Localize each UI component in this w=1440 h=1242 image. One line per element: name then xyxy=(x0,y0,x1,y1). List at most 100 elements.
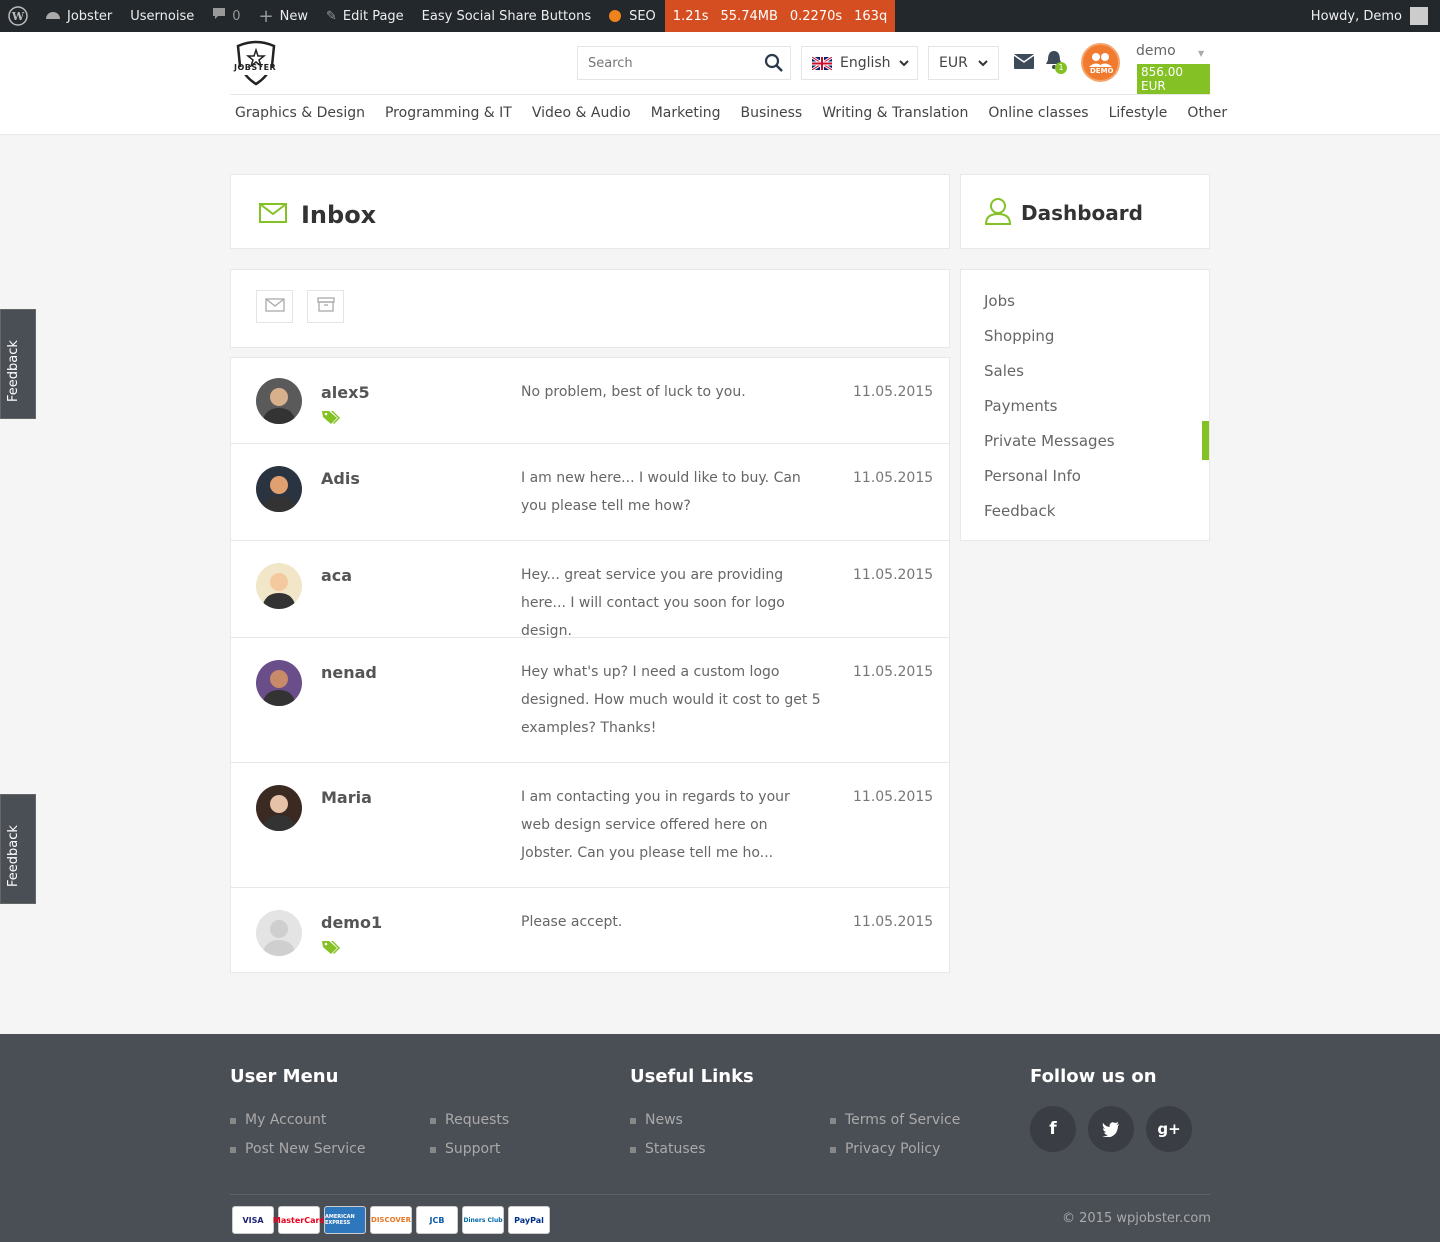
category-link[interactable]: Lifestyle xyxy=(1109,105,1168,121)
inbox-filter-button[interactable] xyxy=(256,290,293,323)
message-preview[interactable]: Please accept. xyxy=(521,908,821,936)
chevron-down-icon xyxy=(978,55,988,71)
message-preview[interactable]: I am contacting you in regards to your w… xyxy=(521,783,821,867)
footer-link-support[interactable]: Support xyxy=(430,1141,500,1157)
username[interactable]: demo xyxy=(1136,43,1176,59)
sender-name[interactable]: aca xyxy=(321,566,352,585)
site-name-link[interactable]: Jobster xyxy=(36,0,121,32)
my-account-link[interactable]: Howdy, Demo xyxy=(1302,0,1440,32)
comments-link[interactable]: 0 xyxy=(203,0,249,32)
user-outline-icon xyxy=(984,197,1012,229)
payment-card-icon: JCB xyxy=(416,1206,458,1234)
logo-text: JOBSTER xyxy=(234,63,277,72)
archive-filter-button[interactable] xyxy=(307,290,344,323)
sender-name[interactable]: demo1 xyxy=(321,913,382,932)
category-link[interactable]: Programming & IT xyxy=(385,105,512,121)
wordpress-logo-icon[interactable]: W xyxy=(0,0,36,32)
page-title: Inbox xyxy=(301,201,377,229)
footer-link-news[interactable]: News xyxy=(630,1112,683,1128)
message-row[interactable]: alex5 No problem, best of luck to you. 11.… xyxy=(231,358,949,444)
sender-name[interactable]: Adis xyxy=(321,469,360,488)
facebook-icon[interactable]: f xyxy=(1030,1106,1076,1152)
category-link[interactable]: Online classes xyxy=(988,105,1088,121)
messages-envelope-icon[interactable] xyxy=(1013,54,1035,73)
dashboard-menu-item[interactable]: Sales xyxy=(984,362,1024,380)
google-plus-icon[interactable]: g+ xyxy=(1146,1106,1192,1152)
footer-link-statuses[interactable]: Statuses xyxy=(630,1141,706,1157)
avatar-label: DEMO xyxy=(1090,67,1114,75)
message-date: 11.05.2015 xyxy=(853,664,934,680)
inbox-header-panel: Inbox xyxy=(230,174,950,249)
category-link[interactable]: Marketing xyxy=(651,105,721,121)
avatar[interactable] xyxy=(256,378,302,424)
sender-name[interactable]: nenad xyxy=(321,663,377,682)
dashboard-menu-item[interactable]: Feedback xyxy=(984,502,1055,520)
user-avatar[interactable]: DEMO xyxy=(1081,43,1120,82)
feedback-tab[interactable]: Feedback xyxy=(0,309,36,419)
plus-icon: + xyxy=(258,5,274,27)
footer-link-my-account[interactable]: My Account xyxy=(230,1112,326,1128)
caret-down-icon[interactable]: ▼ xyxy=(1198,49,1204,58)
avatar[interactable] xyxy=(256,660,302,706)
search-input[interactable] xyxy=(578,47,748,79)
sender-name[interactable]: alex5 xyxy=(321,383,370,402)
feedback-tab[interactable]: Feedback xyxy=(0,794,36,904)
notifications-bell-icon[interactable]: 1 xyxy=(1045,50,1069,76)
message-date: 11.05.2015 xyxy=(853,567,934,583)
dashboard-menu-item[interactable]: Jobs xyxy=(984,292,1015,310)
site-name: Jobster xyxy=(67,8,113,24)
message-row[interactable]: aca Hey... great service you are providin… xyxy=(231,541,949,639)
payment-card-icon: DISCOVER xyxy=(370,1206,412,1234)
archive-box-icon xyxy=(316,297,335,316)
footer-link-terms[interactable]: Terms of Service xyxy=(830,1112,960,1128)
search-icon[interactable] xyxy=(764,53,784,73)
edit-page-link[interactable]: ✎ Edit Page xyxy=(317,0,413,32)
payment-card-icon: Diners Club xyxy=(462,1206,504,1234)
message-row[interactable]: nenad Hey what's up? I need a custom logo… xyxy=(231,638,949,763)
twitter-icon[interactable] xyxy=(1088,1106,1134,1152)
search-box xyxy=(577,46,791,80)
message-row[interactable]: Adis I am new here... I would like to buy… xyxy=(231,444,949,541)
message-row[interactable]: Maria I am contacting you in regards to y… xyxy=(231,763,949,888)
usernoise-link[interactable]: Usernoise xyxy=(121,0,203,32)
category-link[interactable]: Other xyxy=(1187,105,1227,121)
message-preview[interactable]: No problem, best of luck to you. xyxy=(521,378,821,406)
avatar[interactable] xyxy=(256,563,302,609)
avatar[interactable] xyxy=(256,466,302,512)
category-link[interactable]: Writing & Translation xyxy=(822,105,968,121)
dashboard-menu-item[interactable]: Payments xyxy=(984,397,1057,415)
dashboard-menu-item[interactable]: Shopping xyxy=(984,327,1054,345)
seo-link[interactable]: SEO xyxy=(600,0,665,32)
currency-label: EUR xyxy=(939,55,968,71)
new-content-link[interactable]: + New xyxy=(250,0,317,32)
avatar[interactable] xyxy=(256,785,302,831)
footer-link-post-new-service[interactable]: Post New Service xyxy=(230,1141,365,1157)
category-link[interactable]: Video & Audio xyxy=(532,105,631,121)
dashboard-menu-item[interactable]: Personal Info xyxy=(984,467,1081,485)
tags-icon xyxy=(321,409,341,429)
svg-text:W: W xyxy=(11,10,25,23)
currency-select[interactable]: EUR xyxy=(928,46,999,80)
dashboard-title: Dashboard xyxy=(1021,201,1143,225)
avatar[interactable] xyxy=(256,910,302,956)
message-preview[interactable]: Hey what's up? I need a custom logo desi… xyxy=(521,658,821,742)
category-link[interactable]: Graphics & Design xyxy=(235,105,365,121)
message-preview[interactable]: I am new here... I would like to buy. Ca… xyxy=(521,464,821,520)
sender-name[interactable]: Maria xyxy=(321,788,372,807)
howdy-label: Howdy, Demo xyxy=(1310,8,1402,24)
active-indicator xyxy=(1202,421,1209,460)
footer-link-requests[interactable]: Requests xyxy=(430,1112,509,1128)
language-select[interactable]: English xyxy=(801,46,918,80)
message-date: 11.05.2015 xyxy=(853,470,934,486)
performance-stats[interactable]: 1.21s 55.74MB 0.2270s 163q xyxy=(664,0,896,32)
social-share-link[interactable]: Easy Social Share Buttons xyxy=(413,0,600,32)
dashboard-menu-item[interactable]: Private Messages xyxy=(984,432,1115,450)
message-row[interactable]: demo1 Please accept. 11.05.2015 xyxy=(231,888,949,974)
category-link[interactable]: Business xyxy=(740,105,802,121)
footer-link-privacy[interactable]: Privacy Policy xyxy=(830,1141,940,1157)
footer-follow-title: Follow us on xyxy=(1030,1066,1157,1087)
header-divider xyxy=(230,94,1210,95)
message-preview[interactable]: Hey... great service you are providing h… xyxy=(521,561,821,645)
site-logo[interactable]: JOBSTER xyxy=(232,40,280,86)
site-footer: User Menu Useful Links Follow us on My A… xyxy=(0,1034,1440,1242)
